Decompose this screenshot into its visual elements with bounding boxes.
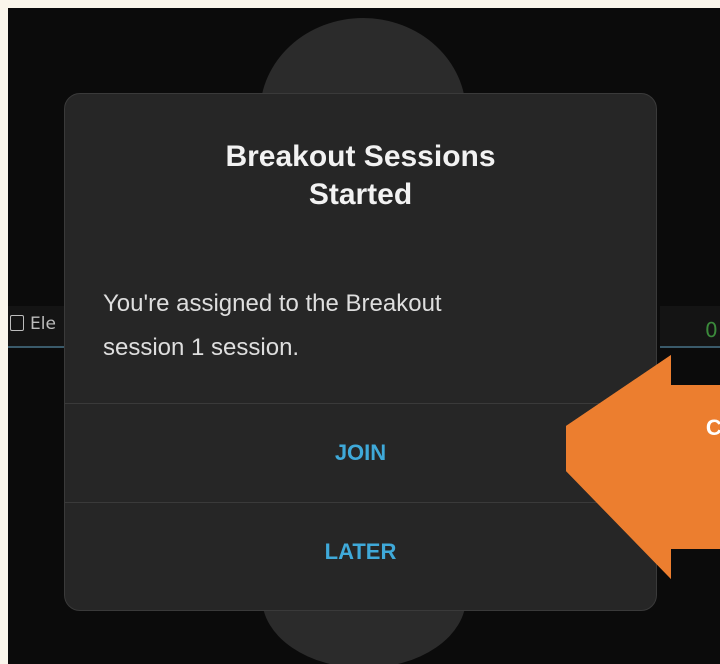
dialog-title: Breakout Sessions Started — [65, 138, 656, 214]
dialog-message: You're assigned to the Breakout session … — [103, 282, 623, 370]
dialog-title-line-1: Breakout Sessions — [225, 140, 496, 173]
dialog-title-line-2: Started — [308, 178, 413, 211]
dialog-message-line-1: You're assigned to the Breakout — [103, 290, 442, 317]
callout-text-line-1: Clic — [705, 415, 720, 440]
callout-text-line-2: b — [656, 443, 720, 473]
dialog-message-line-2: session 1 session. — [103, 334, 300, 361]
checkbox-icon — [10, 315, 24, 331]
background-right-text: 0 — [705, 318, 718, 342]
callout-arrow: Clic b — [566, 355, 720, 579]
background-left-text: Ele — [30, 314, 56, 334]
background-left-label: Ele — [10, 314, 56, 334]
callout-text: Clic b — [656, 413, 720, 473]
